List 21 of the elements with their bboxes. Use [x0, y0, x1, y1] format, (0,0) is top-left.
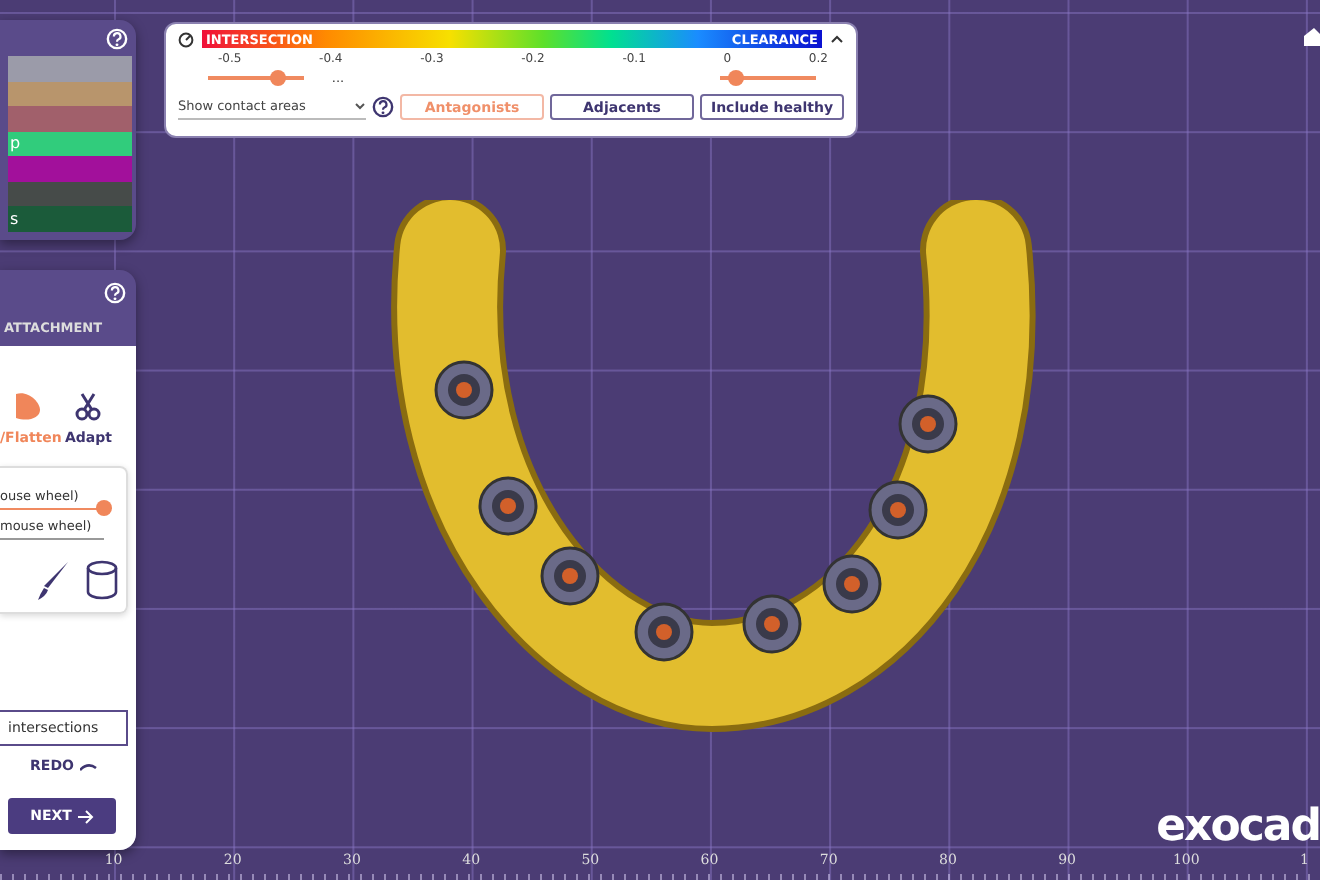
- color-row[interactable]: [8, 181, 132, 206]
- collapse-icon[interactable]: [830, 34, 844, 44]
- color-row[interactable]: s: [8, 206, 132, 231]
- help-icon[interactable]: [372, 96, 394, 118]
- chevron-down-icon: [354, 102, 366, 110]
- arrow-right-icon: [77, 809, 94, 823]
- slider-thumb[interactable]: [96, 500, 112, 516]
- home-icon[interactable]: [1304, 26, 1320, 46]
- slider-thumb[interactable]: [270, 70, 287, 86]
- color-row[interactable]: [8, 156, 132, 181]
- gauge-icon: [178, 31, 194, 47]
- cylinder-icon[interactable]: [86, 560, 118, 600]
- color-row[interactable]: [8, 106, 132, 131]
- brush-icon[interactable]: [38, 560, 70, 600]
- blob-icon: [16, 390, 45, 422]
- logo: exocad: [1156, 806, 1320, 850]
- scissors-icon: [72, 390, 105, 422]
- redo-icon: [79, 761, 98, 771]
- color-row[interactable]: [8, 56, 132, 81]
- color-row[interactable]: [8, 81, 132, 106]
- slider-thumb[interactable]: [728, 70, 745, 86]
